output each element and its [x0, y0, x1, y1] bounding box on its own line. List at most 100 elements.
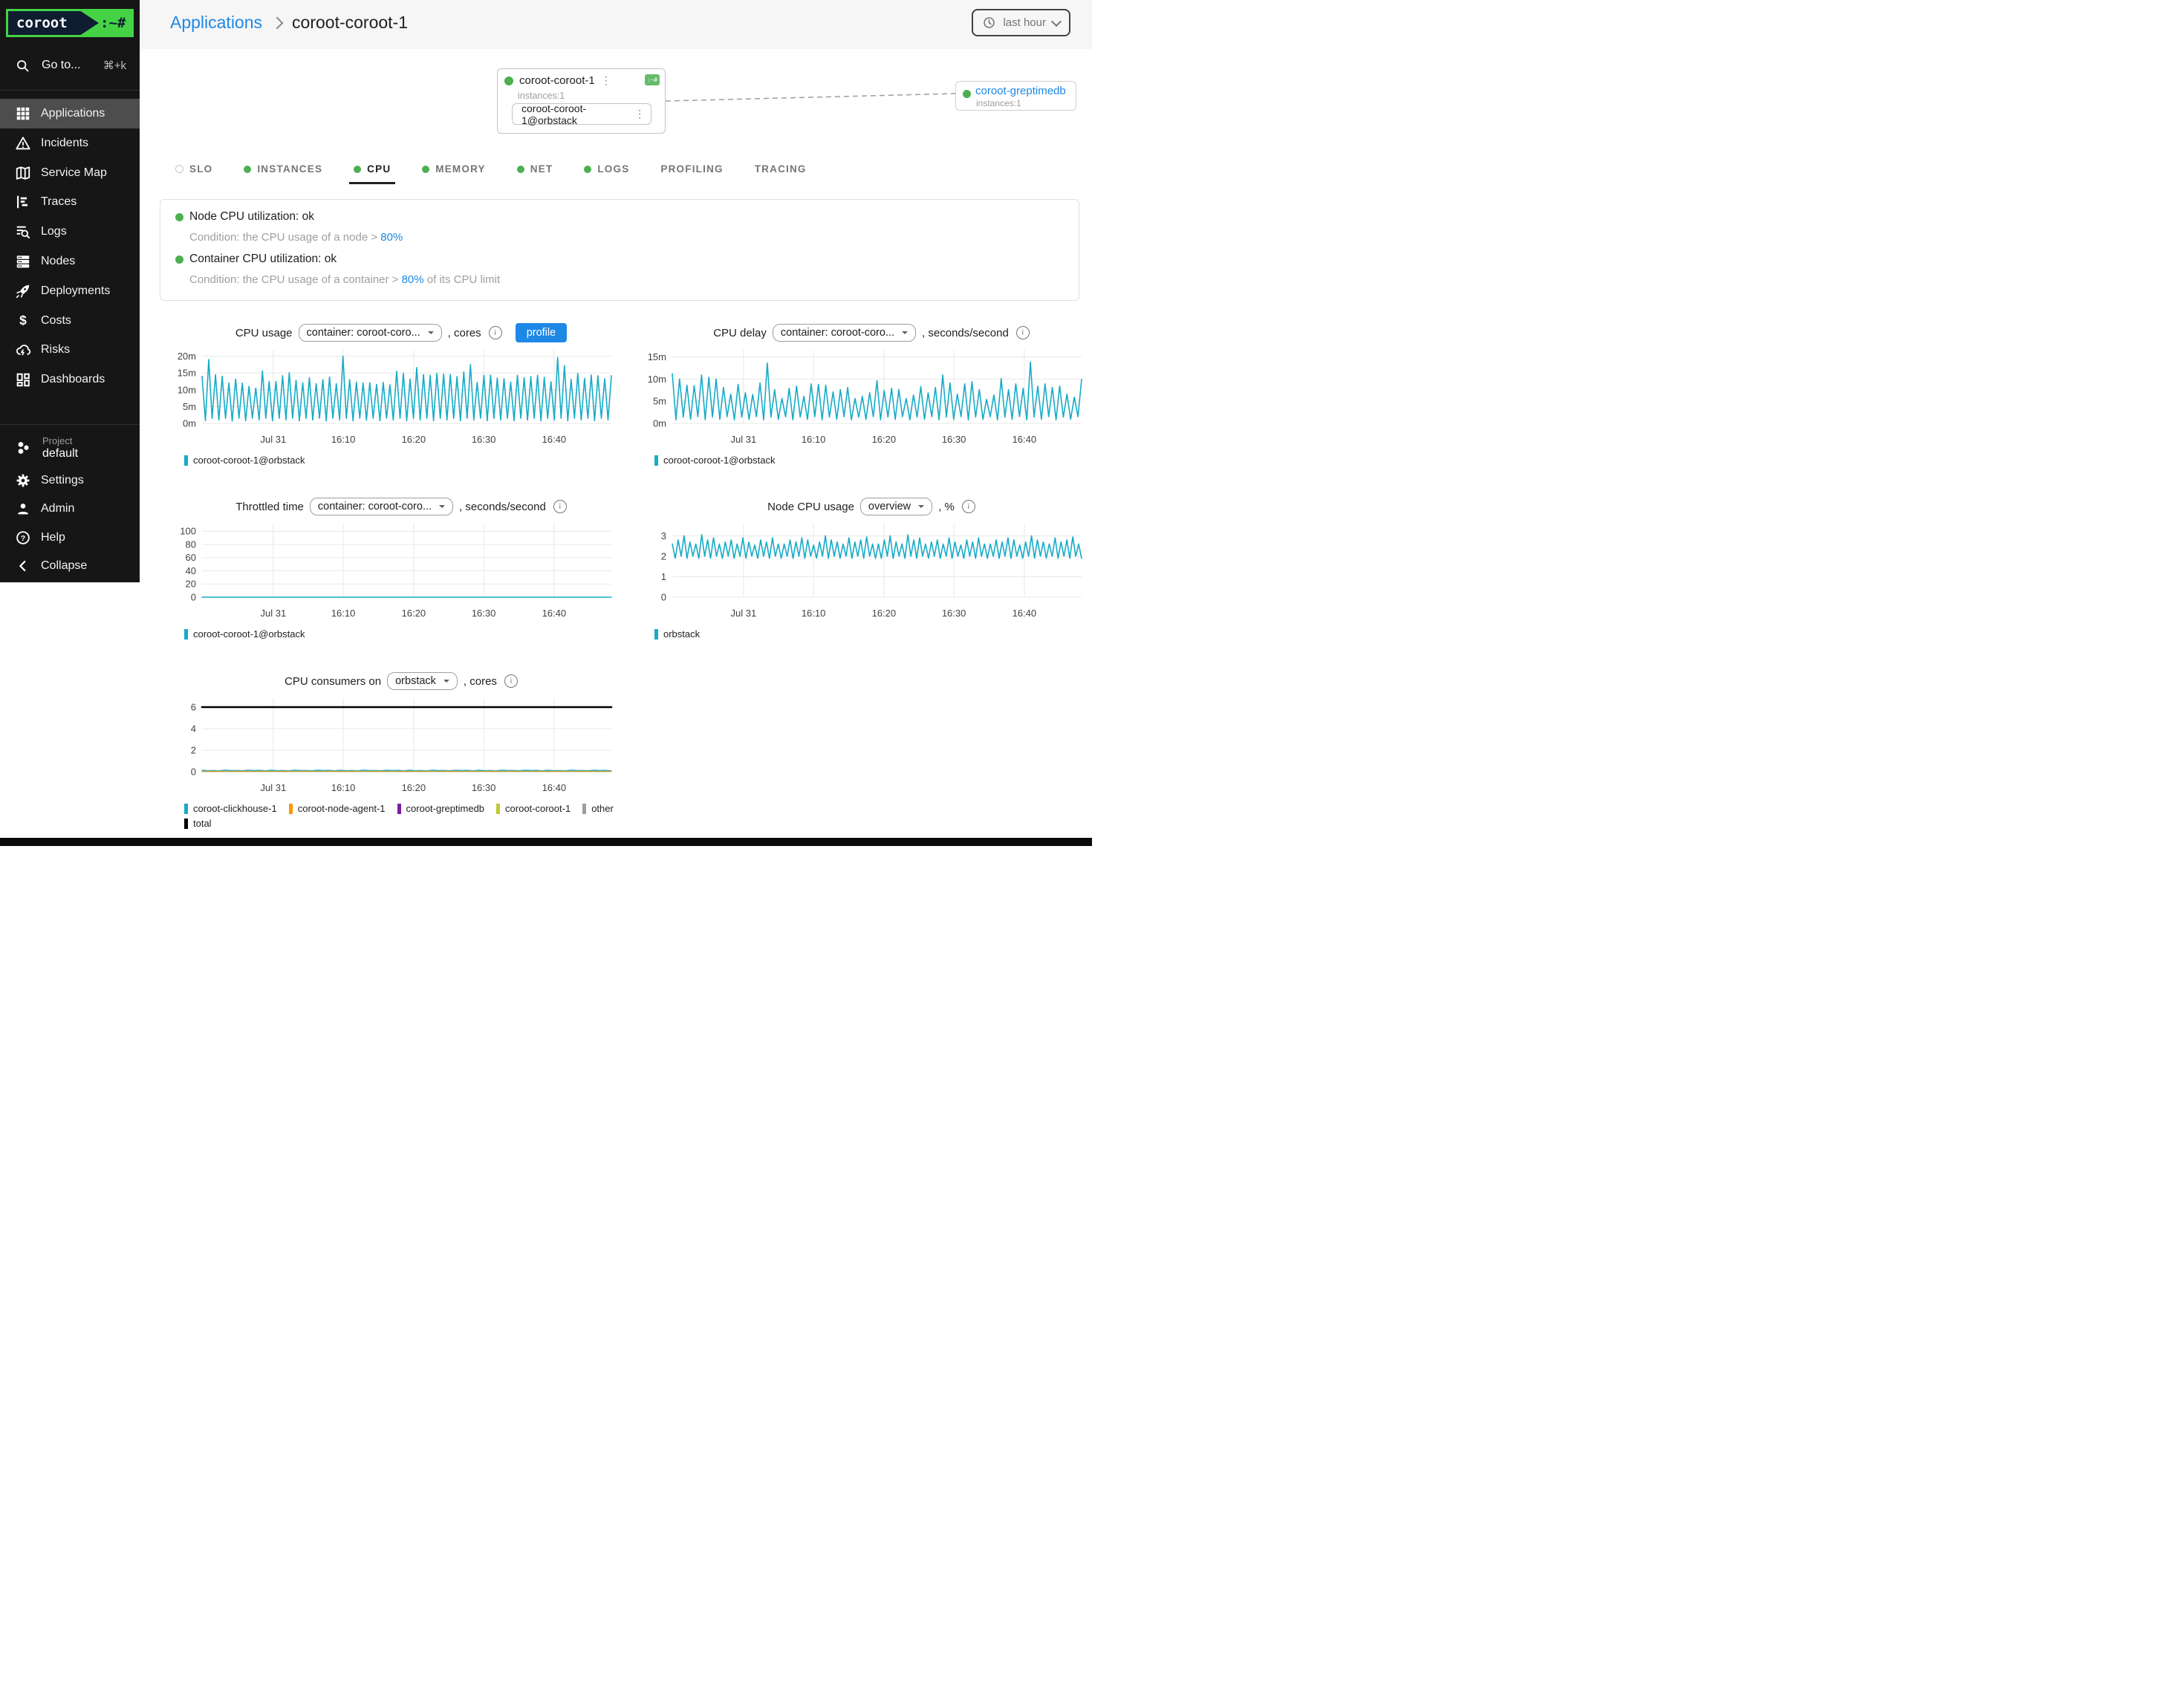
svg-text:20m: 20m — [178, 351, 196, 362]
svg-text:4: 4 — [191, 723, 196, 734]
legend-label: other — [591, 803, 614, 814]
sidebar-item-costs[interactable]: $ Costs — [0, 306, 140, 336]
chart-plot: Jul 3116:1016:2016:3016:400123 — [630, 518, 1092, 622]
svg-text:16:10: 16:10 — [802, 434, 826, 445]
svg-text:0m: 0m — [653, 418, 666, 429]
condition-prefix: Condition: the CPU usage of a container … — [189, 273, 402, 286]
chart-title-text: Throttled time — [235, 501, 304, 513]
chart-plot: Jul 3116:1016:2016:3016:400246 — [160, 692, 643, 796]
svg-text:2: 2 — [191, 744, 196, 755]
legend-item[interactable]: other — [582, 803, 614, 814]
coroot-logo-wordmark: coroot — [8, 11, 99, 35]
tab-profiling[interactable]: PROFILING — [656, 156, 727, 184]
tab-label: LOGS — [597, 163, 629, 175]
upstream-app-link[interactable]: coroot-greptimedb — [975, 85, 1066, 97]
status-checks-panel: Node CPU utilization: ok Condition: the C… — [160, 199, 1079, 301]
svg-text:16:40: 16:40 — [1013, 434, 1037, 445]
chevron-down-icon — [1051, 16, 1062, 27]
sidebar-item-incidents[interactable]: Incidents — [0, 128, 140, 158]
coroot-logo[interactable]: coroot :~# — [6, 9, 134, 37]
info-icon[interactable]: i — [504, 674, 518, 688]
sidebar-item-label: Deployments — [41, 284, 110, 298]
legend-label: coroot-greptimedb — [406, 803, 485, 814]
sidebar-item-applications[interactable]: Applications — [0, 99, 140, 128]
service-map-app-card[interactable]: coroot-coroot-1 ⋮ :~# instances:1 coroot… — [497, 68, 666, 134]
sidebar-item-label: Costs — [41, 314, 71, 328]
goto-search[interactable]: Go to... ⌘+k — [0, 53, 140, 77]
tab-label: CPU — [367, 163, 391, 175]
info-icon[interactable]: i — [553, 500, 567, 513]
sidebar-item-project[interactable]: Project default — [0, 431, 140, 465]
sidebar-item-risks[interactable]: Risks — [0, 335, 140, 365]
tab-tracing[interactable]: TRACING — [750, 156, 811, 184]
check-title: Node CPU utilization: ok — [175, 210, 314, 224]
svg-text:40: 40 — [186, 565, 196, 576]
app-instance-item[interactable]: coroot-coroot-1@orbstack ⋮ — [512, 103, 651, 125]
sidebar-item-deployments[interactable]: Deployments — [0, 276, 140, 306]
chart-metric-select[interactable]: container: coroot-coro... — [773, 324, 916, 342]
legend-item[interactable]: coroot-coroot-1@orbstack — [184, 455, 305, 466]
legend-item[interactable]: coroot-clickhouse-1 — [184, 803, 277, 814]
legend-swatch — [184, 629, 188, 640]
threshold-link[interactable]: 80% — [380, 231, 403, 244]
sidebar-item-settings[interactable]: Settings — [0, 466, 140, 495]
legend-item[interactable]: coroot-coroot-1@orbstack — [654, 455, 775, 466]
svg-text:16:30: 16:30 — [942, 608, 966, 619]
app-menu-icon[interactable]: ⋮ — [601, 74, 611, 87]
tab-instances[interactable]: INSTANCES — [239, 156, 327, 184]
legend-label: total — [193, 818, 212, 829]
legend-item[interactable]: coroot-greptimedb — [397, 803, 485, 814]
sidebar-item-dashboards[interactable]: Dashboards — [0, 365, 140, 394]
legend-label: orbstack — [663, 628, 700, 640]
legend-item[interactable]: orbstack — [654, 628, 700, 640]
svg-text:16:20: 16:20 — [872, 434, 897, 445]
sidebar-item-admin[interactable]: Admin — [0, 495, 140, 523]
legend-item[interactable]: coroot-coroot-1@orbstack — [184, 628, 305, 640]
sidebar-item-service-map[interactable]: Service Map — [0, 158, 140, 188]
tab-status-dot — [354, 166, 361, 173]
profile-button[interactable]: profile — [516, 323, 568, 342]
sidebar-item-nodes[interactable]: Nodes — [0, 247, 140, 276]
chart-metric-select[interactable]: container: coroot-coro... — [310, 498, 453, 515]
help-icon: ? — [15, 530, 31, 546]
svg-text:16:10: 16:10 — [331, 608, 356, 619]
sidebar-item-logs[interactable]: Logs — [0, 217, 140, 247]
sidebar-divider — [0, 90, 140, 91]
sidebar-item-label: Help — [41, 531, 65, 544]
svg-text:6: 6 — [191, 701, 196, 712]
tab-cpu[interactable]: CPU — [349, 156, 395, 184]
project-label: Project — [42, 435, 78, 447]
chart-metric-select[interactable]: container: coroot-coro... — [299, 324, 442, 342]
chart-metric-select-value: orbstack — [395, 675, 436, 687]
sidebar-item-collapse[interactable]: Collapse — [0, 552, 140, 580]
select-caret-icon — [918, 505, 924, 511]
svg-text:Jul 31: Jul 31 — [731, 434, 757, 445]
chart-title: CPU usagecontainer: coroot-coro..., core… — [160, 322, 643, 344]
info-icon[interactable]: i — [1016, 326, 1030, 339]
map-icon — [15, 165, 31, 181]
legend-label: coroot-coroot-1 — [505, 803, 571, 814]
svg-text:$: $ — [19, 313, 27, 328]
legend-item[interactable]: coroot-node-agent-1 — [289, 803, 386, 814]
chart-metric-select[interactable]: overview — [860, 498, 932, 515]
breadcrumb: Applications coroot-coroot-1 — [170, 13, 408, 33]
coroot-app: coroot :~# Go to... ⌘+k ApplicationsInci… — [0, 0, 1092, 846]
svg-text:16:30: 16:30 — [472, 434, 496, 445]
tab-slo[interactable]: SLO — [171, 156, 217, 184]
tab-label: TRACING — [755, 163, 807, 175]
chart-metric-select[interactable]: orbstack — [387, 672, 458, 690]
tab-logs[interactable]: LOGS — [579, 156, 634, 184]
legend-item[interactable]: total — [184, 818, 212, 829]
info-icon[interactable]: i — [962, 500, 975, 513]
time-range-picker[interactable]: last hour — [972, 9, 1070, 36]
tab-memory[interactable]: MEMORY — [417, 156, 490, 184]
breadcrumb-applications-link[interactable]: Applications — [170, 13, 262, 33]
tab-net[interactable]: NET — [513, 156, 558, 184]
info-icon[interactable]: i — [489, 326, 502, 339]
svg-text:10m: 10m — [178, 384, 196, 395]
threshold-link[interactable]: 80% — [402, 273, 424, 286]
legend-item[interactable]: coroot-coroot-1 — [496, 803, 571, 814]
instance-menu-icon[interactable]: ⋮ — [634, 108, 645, 120]
sidebar-item-help[interactable]: ? Help — [0, 524, 140, 552]
sidebar-item-traces[interactable]: Traces — [0, 187, 140, 217]
